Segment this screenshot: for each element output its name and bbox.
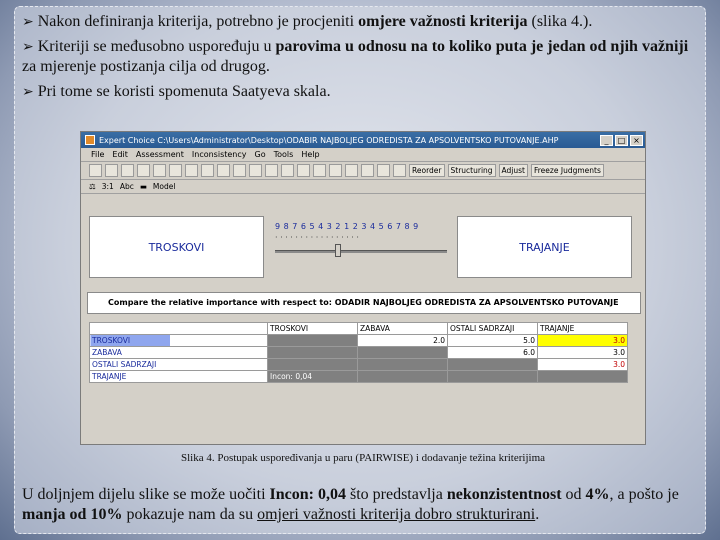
matrix-cell[interactable]: 2.0 <box>357 334 448 347</box>
pairwise-matrix: TROSKOVI ZABAVA OSTALI SADRZAJI TRAJANJE… <box>89 322 639 383</box>
menu-inconsistency[interactable]: Inconsistency <box>192 150 247 159</box>
numerical-icon[interactable] <box>201 164 214 177</box>
scale-numbers: 9 8 7 6 5 4 3 2 1 2 3 4 5 6 7 8 9 <box>275 222 419 231</box>
matrix-cell <box>447 370 538 383</box>
undo-icon[interactable] <box>361 164 374 177</box>
menu-edit[interactable]: Edit <box>112 150 128 159</box>
window-title: Expert Choice C:\Users\Administrator\Des… <box>99 135 559 145</box>
graphical-icon[interactable] <box>233 164 246 177</box>
matrix-cell <box>537 370 628 383</box>
saaty-scale[interactable]: 9 8 7 6 5 4 3 2 1 2 3 4 5 6 7 8 9 · · · … <box>275 222 447 272</box>
cut-icon[interactable] <box>153 164 166 177</box>
save-icon[interactable] <box>121 164 134 177</box>
arrow-bullet-icon: ➢ <box>22 14 34 30</box>
matrix-cell <box>357 370 448 383</box>
compare-prompt: Compare the relative importance with res… <box>87 292 641 314</box>
close-button[interactable]: × <box>630 134 643 146</box>
left-criterion-label: TROSKOVI <box>148 240 205 254</box>
chart-icon[interactable] <box>313 164 326 177</box>
corner-cell <box>89 322 268 335</box>
row-label[interactable]: TRAJANJE <box>89 370 268 383</box>
scale-icon[interactable]: ⚖ <box>89 182 96 191</box>
right-criterion-label: TRAJANJE <box>519 240 570 254</box>
model-view-button[interactable]: Model <box>153 182 176 191</box>
menu-bar: File Edit Assessment Inconsistency Go To… <box>81 148 645 162</box>
conclusion-paragraph: U doljnjem dijelu slike se može uočiti I… <box>22 486 679 523</box>
verbal-mode-button[interactable]: Abc <box>120 182 134 191</box>
calculate-icon[interactable] <box>249 164 262 177</box>
matrix-header-row: TROSKOVI ZABAVA OSTALI SADRZAJI TRAJANJE <box>89 322 628 335</box>
mode-toolbar: ⚖ 3:1 Abc ▬ Model <box>81 180 645 194</box>
left-criterion-box: TROSKOVI <box>89 216 264 278</box>
matrix-cell[interactable]: 6.0 <box>447 346 538 359</box>
flag-icon[interactable]: ▬ <box>140 182 147 191</box>
matrix-cell <box>357 358 448 371</box>
bullet-3: ➢ Pri tome se koristi spomenuta Saatyeva … <box>22 83 331 100</box>
sort-icon[interactable] <box>265 164 278 177</box>
redo-icon[interactable] <box>377 164 390 177</box>
main-toolbar: Reorder Structuring Adjust Freeze Judgme… <box>81 162 645 180</box>
structuring-button[interactable]: Structuring <box>447 164 496 177</box>
matrix-cell[interactable]: 5.0 <box>447 334 538 347</box>
column-header: OSTALI SADRZAJI <box>447 322 538 335</box>
scale-slider-thumb[interactable] <box>335 244 341 257</box>
row-label[interactable]: ZABAVA <box>89 346 268 359</box>
menu-assessment[interactable]: Assessment <box>136 150 184 159</box>
window-titlebar: Expert Choice C:\Users\Administrator\Des… <box>81 132 645 148</box>
table-row: TROSKOVI 2.0 5.0 3.0 <box>89 334 628 347</box>
copy-icon[interactable] <box>169 164 182 177</box>
comparison-pane: TROSKOVI 9 8 7 6 5 4 3 2 1 2 3 4 5 6 7 8… <box>87 212 641 290</box>
table-row: OSTALI SADRZAJI 3.0 <box>89 358 628 371</box>
verbal-icon[interactable] <box>217 164 230 177</box>
row-label[interactable]: OSTALI SADRZAJI <box>89 358 268 371</box>
scale-ticks: · · · · · · · · · · · · · · · · · <box>275 233 359 242</box>
ratio-mode-button[interactable]: 3:1 <box>102 182 114 191</box>
bullet-list: ➢ Nakon definiranja kriterija, potrebno j… <box>22 12 702 107</box>
column-header: ZABAVA <box>357 322 448 335</box>
row-label[interactable]: TROSKOVI <box>89 334 268 347</box>
minimize-button[interactable]: _ <box>600 134 613 146</box>
menu-file[interactable]: File <box>91 150 104 159</box>
print-icon[interactable] <box>137 164 150 177</box>
adjust-button[interactable]: Adjust <box>498 164 528 177</box>
lock-icon[interactable] <box>345 164 358 177</box>
matrix-cell <box>267 334 358 347</box>
matrix-cell <box>357 346 448 359</box>
matrix-cell <box>267 358 358 371</box>
expert-choice-window: Expert Choice C:\Users\Administrator\Des… <box>80 131 646 445</box>
figure-caption: Slika 4. Postupak uspoređivanja u paru (… <box>180 452 546 464</box>
app-icon <box>85 135 95 145</box>
arrow-bullet-icon: ➢ <box>22 84 34 100</box>
matrix-table: TROSKOVI ZABAVA OSTALI SADRZAJI TRAJANJE… <box>89 322 628 383</box>
arrow-bullet-icon: ➢ <box>22 39 34 55</box>
freeze-judgments-button[interactable]: Freeze Judgments <box>531 164 604 177</box>
bullet-1: ➢ Nakon definiranja kriterija, potrebno j… <box>22 13 593 30</box>
maximize-button[interactable]: □ <box>615 134 628 146</box>
open-folder-icon[interactable] <box>105 164 118 177</box>
pointer-icon[interactable] <box>281 164 294 177</box>
menu-tools[interactable]: Tools <box>274 150 294 159</box>
new-file-icon[interactable] <box>89 164 102 177</box>
column-header: TROSKOVI <box>267 322 358 335</box>
column-header: TRAJANJE <box>537 322 628 335</box>
table-row: TRAJANJE Incon: 0,04 <box>89 370 628 383</box>
grid-icon[interactable] <box>329 164 342 177</box>
matrix-cell[interactable]: 3.0 <box>537 358 628 371</box>
bullet-2: ➢ Kriteriji se međusobno uspoređuju u par… <box>22 38 689 75</box>
reorder-button[interactable]: Reorder <box>409 164 445 177</box>
matrix-cell[interactable]: 3.0 <box>537 346 628 359</box>
right-criterion-box: TRAJANJE <box>457 216 632 278</box>
matrix-cell-selected[interactable]: 3.0 <box>537 334 628 347</box>
scale-slider-track[interactable] <box>275 250 447 253</box>
menu-go[interactable]: Go <box>255 150 266 159</box>
matrix-cell <box>267 346 358 359</box>
menu-help[interactable]: Help <box>301 150 319 159</box>
paste-icon[interactable] <box>185 164 198 177</box>
help-icon[interactable] <box>393 164 406 177</box>
inconsistency-value: Incon: 0,04 <box>267 370 358 383</box>
tree-icon[interactable] <box>297 164 310 177</box>
table-row: ZABAVA 6.0 3.0 <box>89 346 628 359</box>
matrix-cell <box>447 358 538 371</box>
